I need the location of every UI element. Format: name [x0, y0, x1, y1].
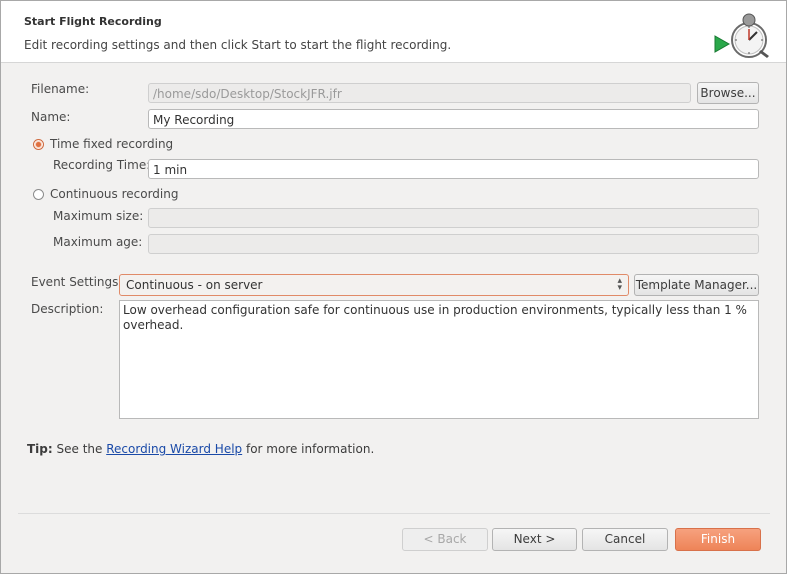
time-fixed-recording-label[interactable]: Time fixed recording [50, 137, 173, 151]
description-textarea[interactable]: Low overhead configuration safe for cont… [119, 300, 759, 419]
flight-recorder-stopwatch-icon [714, 13, 769, 58]
tip-before-link: See the [52, 442, 107, 456]
wizard-title: Start Flight Recording [24, 15, 162, 28]
continuous-recording-radio[interactable] [33, 189, 44, 200]
tip-prefix: Tip: [27, 442, 53, 456]
time-fixed-recording-radio[interactable] [33, 139, 44, 150]
browse-button[interactable]: Browse... [697, 82, 759, 104]
template-manager-button[interactable]: Template Manager... [634, 274, 759, 296]
next-button[interactable]: Next > [492, 528, 577, 551]
maximum-size-input [148, 208, 759, 228]
event-settings-label: Event Settings: [31, 275, 123, 289]
updown-arrows-icon: ▴ ▾ [617, 276, 622, 293]
wizard-subtitle: Edit recording settings and then click S… [24, 38, 452, 52]
finish-button[interactable]: Finish [675, 528, 761, 551]
wizard-header: Start Flight Recording Edit recording se… [1, 1, 786, 63]
recording-time-label: Recording Time: [53, 158, 151, 172]
recording-time-input[interactable]: 1 min [148, 159, 759, 179]
maximum-age-input [148, 234, 759, 254]
event-settings-value: Continuous - on server [126, 278, 263, 292]
tip-after-link: for more information. [242, 442, 375, 456]
maximum-age-label: Maximum age: [53, 235, 143, 249]
footer-divider [18, 513, 770, 514]
back-button[interactable]: < Back [402, 528, 488, 551]
maximum-size-label: Maximum size: [53, 209, 144, 223]
name-label: Name: [31, 110, 71, 124]
tip-text: Tip: See the Recording Wizard Help for m… [27, 442, 374, 456]
description-label: Description: [31, 302, 104, 316]
cancel-button[interactable]: Cancel [582, 528, 668, 551]
recording-wizard-help-link[interactable]: Recording Wizard Help [106, 442, 242, 456]
filename-label: Filename: [31, 82, 90, 96]
event-settings-select[interactable]: Continuous - on server ▴ ▾ [119, 274, 629, 296]
continuous-recording-label[interactable]: Continuous recording [50, 187, 178, 201]
filename-field: /home/sdo/Desktop/StockJFR.jfr [148, 83, 691, 103]
start-flight-recording-dialog: Start Flight Recording Edit recording se… [0, 0, 787, 574]
name-input[interactable]: My Recording [148, 109, 759, 129]
